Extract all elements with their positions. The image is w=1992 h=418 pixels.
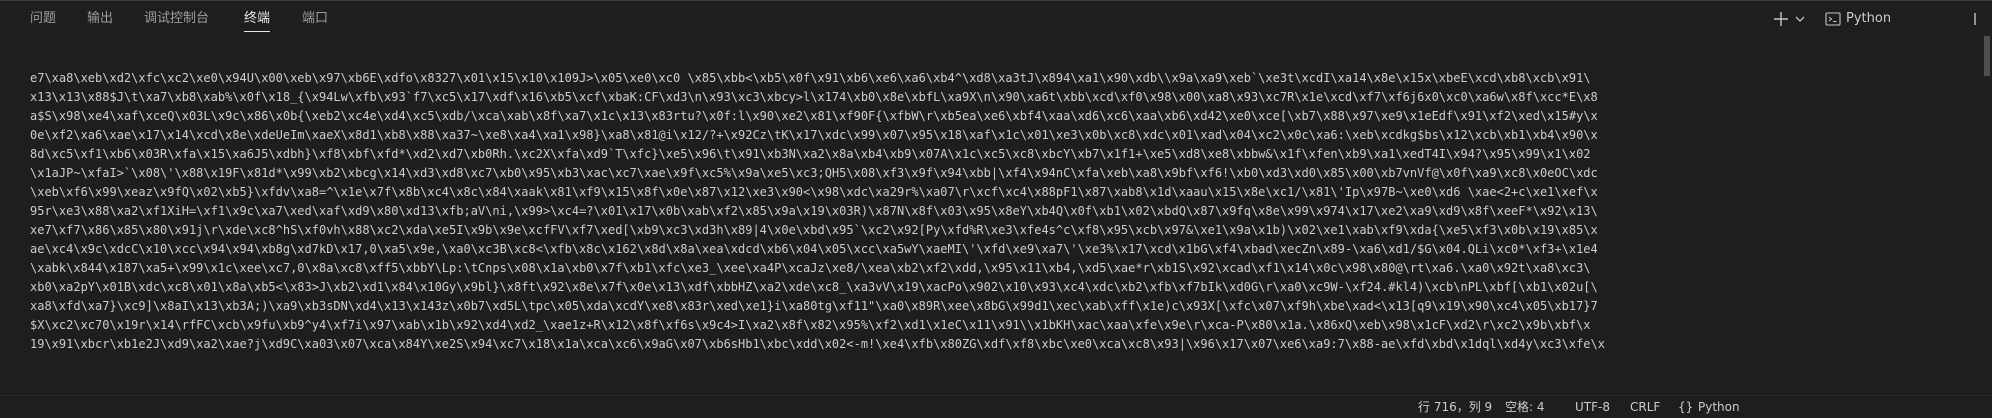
terminal-line: e7\xa8\xeb\xd2\xfc\xc2\xe0\x94U\x00\xeb\…	[30, 71, 1591, 85]
tab-label: 输出	[87, 11, 114, 26]
plus-icon[interactable]	[1772, 10, 1790, 28]
terminal-line: ae\xc4\x9c\xdcC\x10\xcc\x94\x94\xb8g\xd7…	[30, 242, 1598, 256]
tab-ports[interactable]: 端口	[302, 1, 328, 36]
terminal-line: 0e\xf2\xa6\xae\x17\x14\xcd\x8e\xdeUeIm\x…	[30, 128, 1598, 142]
terminal-scrollbar[interactable]	[1982, 36, 1992, 398]
more-actions-icon[interactable]	[1970, 10, 1980, 28]
terminal-line: 19\x91\xbcr\xb1e2J\xd9\xa2\xae?j\xd9C\xa…	[30, 337, 1605, 351]
terminal-line: x13\x13\x88$J\t\xa7\xb8\xab%\x0f\x18_{\x…	[30, 90, 1598, 104]
terminal-line: xb0\xa2pY\x01B\xdc\xc8\x01\x8a\xb5<\x83>…	[30, 280, 1598, 294]
tab-problems[interactable]: 问题	[30, 1, 56, 36]
terminal-line: 95r\xe3\x88\xa2\xf1XiH=\xf1\x9c\xa7\xed\…	[30, 204, 1598, 218]
terminal-line: \xeb\xf6\x99\xeaz\x9fQ\x02\xb5}\xfdv\xa8…	[30, 185, 1598, 199]
terminal-actions: Python	[1772, 1, 1992, 36]
tab-label: 端口	[302, 11, 329, 26]
braces-icon: {}	[1678, 400, 1694, 414]
bottom-panel: 问题 输出 调试控制台 终端 端口 Python e7\xa8\xeb\xd2\…	[0, 0, 1992, 417]
tab-terminal[interactable]: 终端	[244, 1, 271, 36]
tab-output[interactable]: 输出	[87, 1, 113, 36]
terminal-output[interactable]: e7\xa8\xeb\xd2\xfc\xc2\xe0\x94U\x00\xeb\…	[30, 69, 1970, 399]
terminal-line: xa8\xfd\xa7}\xc9]\x8aI\x13\xb3A;)\xa9\xb…	[30, 299, 1598, 313]
terminal-line: \xabk\x844\x187\xa5+\x99\x1c\xee\xc7,0\x…	[30, 261, 1591, 275]
terminal-line: $X\xc2\xc70\x19r\x14\rfFC\xcb\x9fu\xb9^y…	[30, 318, 1591, 332]
status-bar: 行 716，列 9 空格: 4 UTF-8 CRLF {} Python	[0, 395, 1992, 417]
encoding-status[interactable]: UTF-8	[1575, 396, 1610, 418]
indentation-status[interactable]: 空格: 4	[1505, 396, 1545, 418]
tab-label: 调试控制台	[144, 11, 210, 26]
terminal-line: xe7\xf7\x86\x85\x80\x91j\r\xde\xc8^hS\xf…	[30, 223, 1598, 237]
terminal-profile-label[interactable]: Python	[1846, 1, 1891, 36]
tab-debug-console[interactable]: 调试控制台	[144, 1, 209, 36]
tab-label: 问题	[30, 11, 57, 26]
panel-tab-bar: 问题 输出 调试控制台 终端 端口 Python	[0, 1, 1992, 36]
language-mode[interactable]: Python	[1698, 396, 1740, 418]
terminal-icon[interactable]	[1824, 10, 1842, 28]
cursor-position[interactable]: 行 716，列 9	[1418, 396, 1492, 418]
chevron-down-icon[interactable]	[1794, 10, 1806, 28]
scrollbar-thumb[interactable]	[1984, 36, 1990, 76]
terminal-line: a$S\x98\xe4\xaf\xceQ\x03L\x9c\x86\x0b{\x…	[30, 109, 1598, 123]
tab-label: 终端	[244, 11, 271, 26]
terminal-line: 8d\xc5\xf1\xb6\x03R\xfa\x15\xa6J5\xdbh}\…	[30, 147, 1591, 161]
eol-status[interactable]: CRLF	[1630, 396, 1660, 418]
terminal-line: \x1aJP~\xfaI>`\x08\'\x88\x19F\x81d*\x99\…	[30, 166, 1598, 180]
active-tab-indicator	[244, 31, 271, 32]
